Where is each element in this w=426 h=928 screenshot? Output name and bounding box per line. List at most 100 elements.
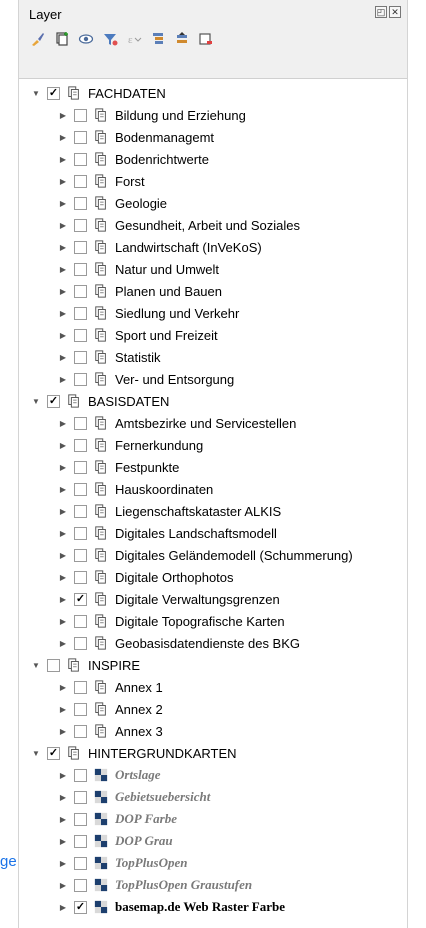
tree-layer-row[interactable]: ▶ TopPlusOpen	[19, 852, 407, 874]
tree-layer-row[interactable]: ▶ Bildung und Erziehung	[19, 104, 407, 126]
collapsed-arrow-icon[interactable]: ▶	[58, 770, 68, 780]
tree-layer-row[interactable]: ▶ Digitale Orthophotos	[19, 566, 407, 588]
collapsed-arrow-icon[interactable]: ▶	[58, 506, 68, 516]
visibility-checkbox[interactable]: ✓	[74, 900, 87, 914]
collapsed-arrow-icon[interactable]: ▶	[58, 682, 68, 692]
visibility-checkbox[interactable]	[74, 372, 87, 386]
visibility-checkbox[interactable]	[74, 460, 87, 474]
visibility-checkbox[interactable]	[74, 262, 87, 276]
visibility-checkbox[interactable]	[74, 350, 87, 364]
collapsed-arrow-icon[interactable]: ▶	[58, 726, 68, 736]
tree-group-row[interactable]: ▼ ✓ HINTERGRUNDKARTEN	[19, 742, 407, 764]
visibility-checkbox[interactable]: ✓	[47, 746, 60, 760]
tree-layer-row[interactable]: ▶ ✓ Digitale Verwaltungsgrenzen	[19, 588, 407, 610]
tree-layer-row[interactable]: ▶ ✓ basemap.de Web Raster Farbe	[19, 896, 407, 918]
tree-group-row[interactable]: ▼ ✓ BASISDATEN	[19, 390, 407, 412]
visibility-checkbox[interactable]	[74, 614, 87, 628]
tree-layer-row[interactable]: ▶ Annex 2	[19, 698, 407, 720]
expanded-arrow-icon[interactable]: ▼	[31, 88, 41, 98]
tree-layer-row[interactable]: ▶ Gesundheit, Arbeit und Soziales	[19, 214, 407, 236]
tree-group-row[interactable]: ▼ INSPIRE	[19, 654, 407, 676]
collapsed-arrow-icon[interactable]: ▶	[58, 418, 68, 428]
visibility-checkbox[interactable]	[74, 768, 87, 782]
tree-layer-row[interactable]: ▶ Amtsbezirke und Servicestellen	[19, 412, 407, 434]
tree-layer-row[interactable]: ▶ Siedlung und Verkehr	[19, 302, 407, 324]
tree-layer-row[interactable]: ▶ Bodenmanagemt	[19, 126, 407, 148]
collapsed-arrow-icon[interactable]: ▶	[58, 198, 68, 208]
tree-layer-row[interactable]: ▶ DOP Farbe	[19, 808, 407, 830]
expanded-arrow-icon[interactable]: ▼	[31, 660, 41, 670]
close-panel-button[interactable]: ✕	[389, 6, 401, 18]
tree-layer-row[interactable]: ▶ Digitales Geländemodell (Schummerung)	[19, 544, 407, 566]
visibility-checkbox[interactable]	[74, 878, 87, 892]
collapsed-arrow-icon[interactable]: ▶	[58, 264, 68, 274]
collapsed-arrow-icon[interactable]: ▶	[58, 528, 68, 538]
collapsed-arrow-icon[interactable]: ▶	[58, 814, 68, 824]
expand-all-icon[interactable]	[149, 30, 167, 48]
visibility-checkbox[interactable]: ✓	[47, 86, 60, 100]
filter-legend-icon[interactable]	[101, 30, 119, 48]
collapsed-arrow-icon[interactable]: ▶	[58, 176, 68, 186]
visibility-checkbox[interactable]	[74, 636, 87, 650]
add-group-icon[interactable]	[53, 30, 71, 48]
tree-layer-row[interactable]: ▶ Landwirtschaft (InVeKoS)	[19, 236, 407, 258]
visibility-checkbox[interactable]	[74, 702, 87, 716]
tree-layer-row[interactable]: ▶ Geobasisdatendienste des BKG	[19, 632, 407, 654]
tree-layer-row[interactable]: ▶ Bodenrichtwerte	[19, 148, 407, 170]
collapsed-arrow-icon[interactable]: ▶	[58, 352, 68, 362]
style-brush-icon[interactable]	[29, 30, 47, 48]
visibility-checkbox[interactable]	[74, 328, 87, 342]
visibility-checkbox[interactable]	[74, 108, 87, 122]
visibility-checkbox[interactable]	[74, 834, 87, 848]
visibility-checkbox[interactable]	[74, 548, 87, 562]
collapsed-arrow-icon[interactable]: ▶	[58, 902, 68, 912]
visibility-checkbox[interactable]	[74, 680, 87, 694]
expanded-arrow-icon[interactable]: ▼	[31, 748, 41, 758]
collapsed-arrow-icon[interactable]: ▶	[58, 880, 68, 890]
visibility-checkbox[interactable]	[74, 196, 87, 210]
tree-layer-row[interactable]: ▶ Planen und Bauen	[19, 280, 407, 302]
collapsed-arrow-icon[interactable]: ▶	[58, 154, 68, 164]
tree-layer-row[interactable]: ▶ Sport und Freizeit	[19, 324, 407, 346]
tree-layer-row[interactable]: ▶ Ver- und Entsorgung	[19, 368, 407, 390]
visibility-checkbox[interactable]	[74, 130, 87, 144]
tree-layer-row[interactable]: ▶ Geologie	[19, 192, 407, 214]
tree-layer-row[interactable]: ▶ Forst	[19, 170, 407, 192]
tree-layer-row[interactable]: ▶ Statistik	[19, 346, 407, 368]
visibility-checkbox[interactable]	[74, 416, 87, 430]
tree-layer-row[interactable]: ▶ Ortslage	[19, 764, 407, 786]
visibility-checkbox[interactable]	[74, 724, 87, 738]
collapsed-arrow-icon[interactable]: ▶	[58, 550, 68, 560]
visibility-checkbox[interactable]	[74, 482, 87, 496]
tree-layer-row[interactable]: ▶ Annex 3	[19, 720, 407, 742]
tree-group-row[interactable]: ▼ ✓ FACHDATEN	[19, 82, 407, 104]
collapse-all-icon[interactable]	[173, 30, 191, 48]
expanded-arrow-icon[interactable]: ▼	[31, 396, 41, 406]
collapsed-arrow-icon[interactable]: ▶	[58, 594, 68, 604]
collapsed-arrow-icon[interactable]: ▶	[58, 110, 68, 120]
collapsed-arrow-icon[interactable]: ▶	[58, 462, 68, 472]
visibility-checkbox[interactable]	[74, 240, 87, 254]
float-panel-button[interactable]: ◰	[375, 6, 387, 18]
visibility-checkbox[interactable]	[74, 438, 87, 452]
visibility-checkbox[interactable]	[74, 152, 87, 166]
remove-layer-icon[interactable]	[197, 30, 215, 48]
collapsed-arrow-icon[interactable]: ▶	[58, 286, 68, 296]
collapsed-arrow-icon[interactable]: ▶	[58, 572, 68, 582]
collapsed-arrow-icon[interactable]: ▶	[58, 242, 68, 252]
collapsed-arrow-icon[interactable]: ▶	[58, 484, 68, 494]
collapsed-arrow-icon[interactable]: ▶	[58, 308, 68, 318]
visibility-checkbox[interactable]	[74, 790, 87, 804]
tree-layer-row[interactable]: ▶ Gebietsuebersicht	[19, 786, 407, 808]
visibility-checkbox[interactable]	[47, 658, 60, 672]
tree-layer-row[interactable]: ▶ Digitale Topografische Karten	[19, 610, 407, 632]
tree-layer-row[interactable]: ▶ TopPlusOpen Graustufen	[19, 874, 407, 896]
visibility-checkbox[interactable]	[74, 570, 87, 584]
tree-layer-row[interactable]: ▶ Hauskoordinaten	[19, 478, 407, 500]
tree-layer-row[interactable]: ▶ Natur und Umwelt	[19, 258, 407, 280]
collapsed-arrow-icon[interactable]: ▶	[58, 374, 68, 384]
visibility-checkbox[interactable]	[74, 856, 87, 870]
collapsed-arrow-icon[interactable]: ▶	[58, 858, 68, 868]
tree-layer-row[interactable]: ▶ Liegenschaftskataster ALKIS	[19, 500, 407, 522]
tree-layer-row[interactable]: ▶ Fernerkundung	[19, 434, 407, 456]
